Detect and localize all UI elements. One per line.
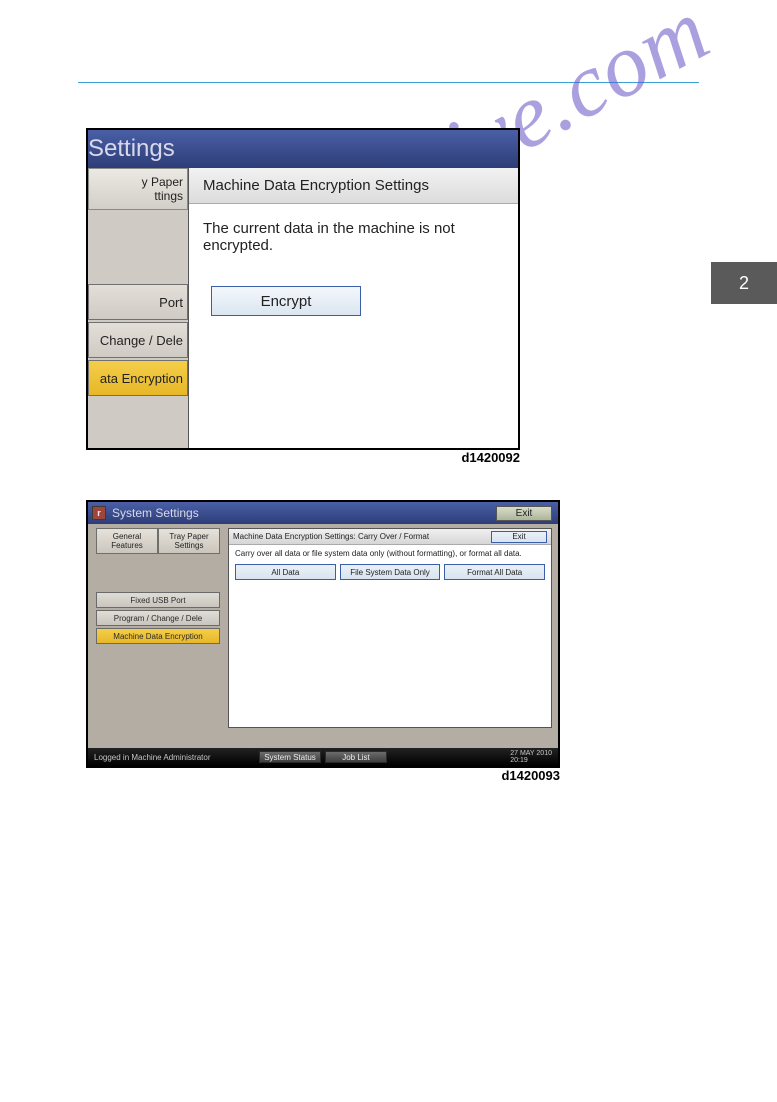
sidebar-item-fixed-usb-port[interactable]: Fixed USB Port — [96, 592, 220, 608]
tab-tray-paper-settings[interactable]: Tray PaperSettings — [158, 528, 220, 554]
sidebar-item-change-delete[interactable]: Change / Dele — [88, 322, 188, 358]
option-format-all-data[interactable]: Format All Data — [444, 564, 545, 580]
window-title: System Settings — [112, 506, 199, 520]
status-date: 27 MAY 2010 — [510, 750, 552, 757]
window-titlebar: r System Settings Exit — [88, 502, 558, 524]
sidebar: GeneralFeatures Tray PaperSettings Fixed… — [88, 524, 226, 752]
app-icon: r — [92, 506, 106, 520]
dialog-encryption-settings: Machine Data Encryption Settings The cur… — [188, 168, 518, 450]
screenshot-1: Settings y Paperttings Port Change / Del… — [86, 128, 520, 450]
status-time: 20:19 — [510, 757, 528, 764]
encrypt-button[interactable]: Encrypt — [211, 286, 361, 316]
option-all-data[interactable]: All Data — [235, 564, 336, 580]
dialog-heading: Machine Data Encryption Settings — [189, 168, 518, 204]
sidebar-item-data-encryption[interactable]: ata Encryption — [88, 360, 188, 396]
header-rule — [78, 82, 699, 83]
sidebar: y Paperttings Port Change / Dele ata Enc… — [88, 168, 188, 450]
window-title: Settings — [88, 130, 518, 168]
dialog-message: The current data in the machine is not e… — [203, 220, 504, 254]
sidebar-item-machine-data-encryption[interactable]: Machine Data Encryption — [96, 628, 220, 644]
figure-id-1: d1420092 — [86, 450, 520, 465]
figure-id-2: d1420093 — [86, 768, 560, 783]
sidebar-item-program-change-delete[interactable]: Program / Change / Dele — [96, 610, 220, 626]
tab-general-features[interactable]: GeneralFeatures — [96, 528, 158, 554]
screenshot-2: r System Settings Exit GeneralFeatures T… — [86, 500, 560, 768]
section-tab: 2 — [711, 262, 777, 304]
status-button-job-list[interactable]: Job List — [325, 751, 387, 763]
panel-title: Machine Data Encryption Settings: Carry … — [233, 532, 429, 541]
sidebar-item-port[interactable]: Port — [88, 284, 188, 320]
panel-carry-over-format: Machine Data Encryption Settings: Carry … — [228, 528, 552, 728]
panel-description: Carry over all data or file system data … — [235, 549, 545, 558]
panel-exit-button[interactable]: Exit — [491, 531, 547, 543]
option-file-system-data-only[interactable]: File System Data Only — [340, 564, 441, 580]
sidebar-tab-paper-settings[interactable]: y Paperttings — [88, 168, 188, 210]
status-bar: Logged in Machine Administrator System S… — [88, 748, 558, 766]
status-button-system-status[interactable]: System Status — [259, 751, 321, 763]
status-login: Logged in Machine Administrator — [94, 753, 211, 762]
titlebar-exit-button[interactable]: Exit — [496, 506, 552, 521]
